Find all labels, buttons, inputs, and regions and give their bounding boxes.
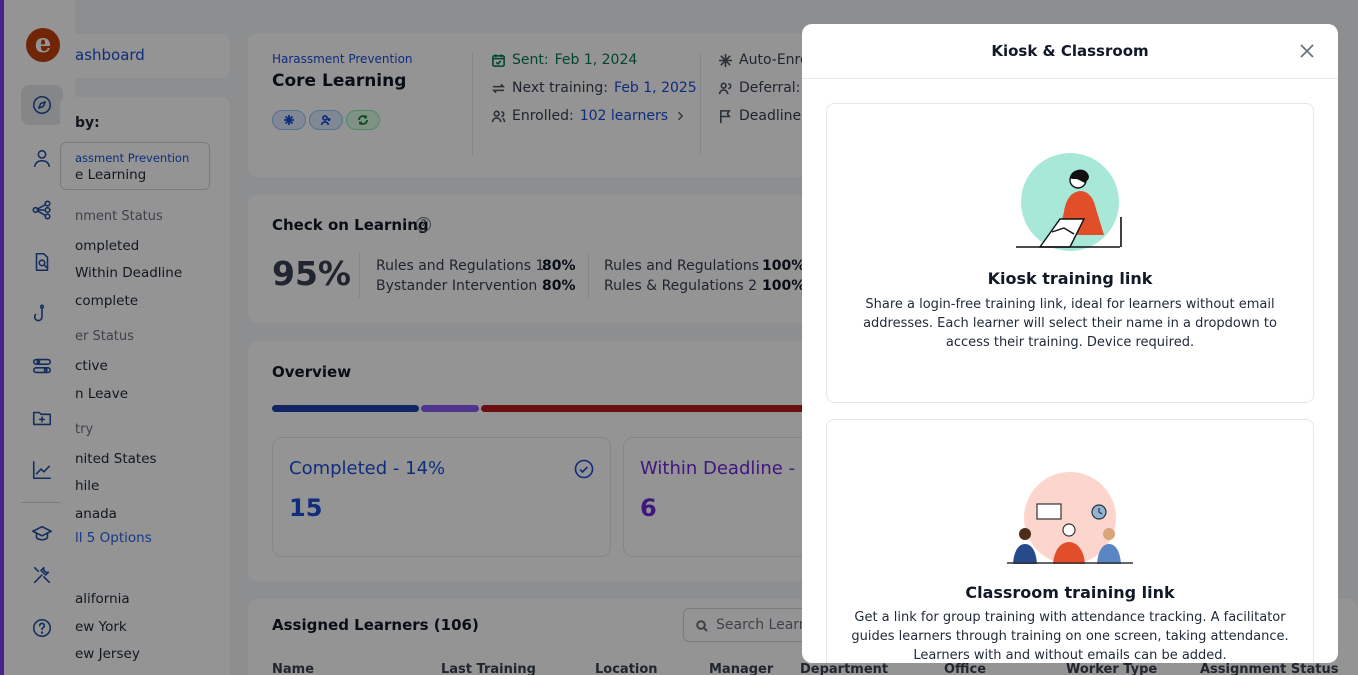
modal-title: Kiosk & Classroom	[991, 42, 1149, 60]
classroom-option-title: Classroom training link	[965, 583, 1175, 602]
classroom-option-description: Get a link for group training with atten…	[851, 610, 1289, 663]
close-icon	[1300, 44, 1314, 58]
kiosk-option-description: Share a login-free training link, ideal …	[863, 297, 1277, 350]
kiosk-option-title: Kiosk training link	[987, 269, 1153, 288]
classroom-illustration	[1007, 472, 1133, 564]
kiosk-classroom-modal: Kiosk & Classroom Kiosk training link Sh…	[802, 24, 1338, 663]
kiosk-illustration	[1016, 153, 1122, 251]
kiosk-training-option[interactable]: Kiosk training link Share a login-free t…	[826, 103, 1314, 403]
modal-header: Kiosk & Classroom	[802, 24, 1338, 79]
classroom-training-option[interactable]: Classroom training link Get a link for g…	[826, 419, 1314, 663]
close-button[interactable]	[1298, 42, 1316, 60]
